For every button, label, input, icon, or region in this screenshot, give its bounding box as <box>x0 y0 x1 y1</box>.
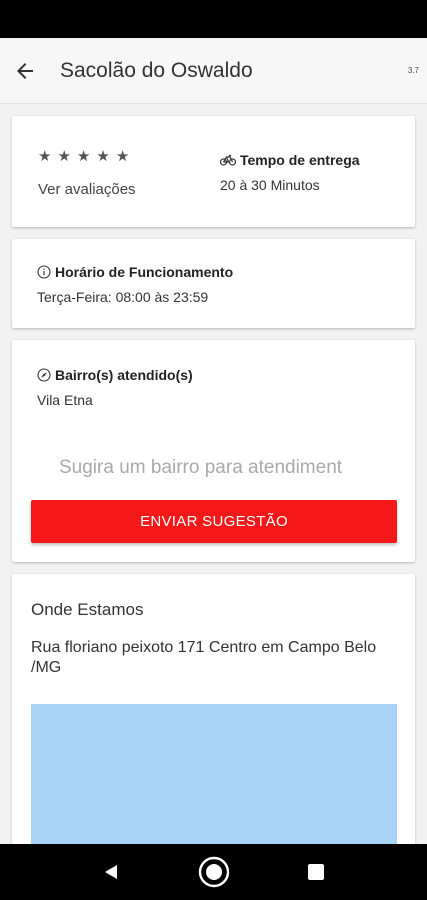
rating-stars[interactable]: ★ ★ ★ ★ ★ <box>38 149 129 165</box>
system-nav-bar <box>0 844 427 900</box>
location-title: Onde Estamos <box>31 600 144 619</box>
bicycle-icon <box>220 154 236 166</box>
neighborhoods-card: Bairro(s) atendido(s) Vila Etna ENVIAR S… <box>12 340 415 562</box>
map-view[interactable] <box>31 704 397 844</box>
summary-card: ★ ★ ★ ★ ★ Ver avaliações Tempo de entreg… <box>12 116 415 227</box>
page-title: Sacolão do Oswaldo <box>60 58 253 82</box>
delivery-value: 20 à 30 Minutos <box>220 177 320 193</box>
arrow-left-icon <box>17 62 33 79</box>
neighborhoods-title-text: Bairro(s) atendido(s) <box>55 367 193 383</box>
app-bar: Sacolão do Oswaldo 3.7 <box>0 38 427 104</box>
content: ★ ★ ★ ★ ★ Ver avaliações Tempo de entreg… <box>0 104 427 844</box>
star-icon: ★ <box>76 148 91 165</box>
suggest-neighborhood-input[interactable] <box>59 457 389 479</box>
neighborhoods-title: Bairro(s) atendido(s) <box>37 367 193 383</box>
hours-value: Terça-Feira: 08:00 às 23:59 <box>37 289 209 305</box>
square-recents-icon <box>308 864 324 880</box>
compass-icon <box>37 368 51 382</box>
hours-title: Horário de Funcionamento <box>37 264 233 280</box>
triangle-back-icon <box>105 865 117 879</box>
send-suggestion-button[interactable]: ENVIAR SUGESTÃO <box>31 500 397 543</box>
location-address: Rua floriano peixoto 171 Centro em Campo… <box>31 639 377 676</box>
info-circle-icon <box>37 265 51 279</box>
star-icon: ★ <box>57 148 71 165</box>
star-icon: ★ <box>115 148 130 165</box>
star-icon: ★ <box>96 148 110 165</box>
star-icon: ★ <box>38 148 52 165</box>
nav-recents-button[interactable] <box>302 844 330 900</box>
neighborhoods-value: Vila Etna <box>37 392 93 408</box>
ratings-link[interactable]: Ver avaliações <box>38 181 136 198</box>
home-circle-icon <box>198 856 230 888</box>
nav-back-button[interactable] <box>96 844 126 900</box>
delivery-title: Tempo de entrega <box>220 152 360 168</box>
version-label: 3.7 <box>407 66 419 75</box>
delivery-title-text: Tempo de entrega <box>240 152 360 168</box>
location-card: Onde Estamos Rua floriano peixoto 171 Ce… <box>12 574 415 844</box>
nav-home-button[interactable] <box>196 844 232 900</box>
hours-title-text: Horário de Funcionamento <box>55 264 234 280</box>
status-bar <box>0 0 427 38</box>
back-button[interactable] <box>0 38 50 104</box>
hours-card: Horário de Funcionamento Terça-Feira: 08… <box>12 239 415 328</box>
